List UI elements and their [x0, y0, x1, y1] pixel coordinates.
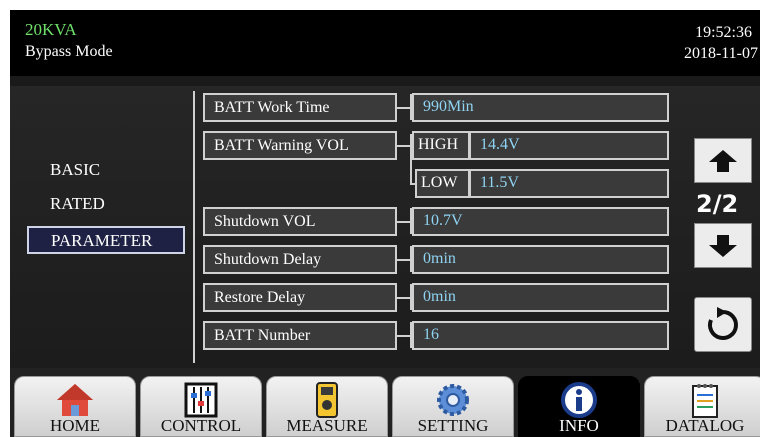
tab-datalog-label: DATALOG [665, 416, 745, 435]
connector [397, 221, 411, 223]
setting-icon [437, 384, 469, 416]
high-value: 14.4V [469, 131, 669, 160]
status-bar: 20KVA Bypass Mode 19:52:36 2018-11-07 [10, 10, 760, 76]
batt-number-value: 16 [412, 321, 669, 350]
mode-label: Bypass Mode [25, 43, 113, 60]
tab-info-label: INFO [559, 416, 599, 435]
tab-info[interactable]: INFO [518, 376, 640, 437]
tab-home-label: HOME [49, 416, 101, 435]
shutdown-delay-label: Shutdown Delay [203, 245, 397, 274]
restore-delay-label: Restore Delay [203, 283, 397, 312]
nav-rated[interactable]: RATED [50, 194, 105, 214]
batt-work-time-value: 990Min [412, 93, 669, 122]
low-label: LOW [415, 169, 470, 198]
measure-icon [316, 382, 338, 418]
bottom-tab-bar: HOME CONTROL MEASURE SETTING INFO DATALO… [10, 368, 760, 437]
connector [397, 335, 411, 337]
batt-warning-vol-label: BATT Warning VOL [203, 131, 397, 160]
refresh-icon [708, 306, 738, 340]
batt-number-label: BATT Number [203, 321, 397, 350]
restore-delay-value: 0min [412, 283, 669, 312]
connector [397, 297, 411, 299]
page-down-button[interactable] [694, 223, 752, 268]
model-label: 20KVA [25, 20, 77, 39]
control-icon [184, 382, 218, 418]
divider [193, 91, 195, 363]
info-icon [561, 382, 597, 418]
ups-screen: 20KVA Bypass Mode 19:52:36 2018-11-07 BA… [10, 10, 760, 437]
tab-measure[interactable]: MEASURE [266, 376, 388, 437]
shutdown-delay-value: 0min [412, 245, 669, 274]
up-arrow-icon [709, 149, 737, 172]
tab-setting[interactable]: SETTING [392, 376, 514, 437]
high-label: HIGH [412, 131, 470, 160]
connector [397, 259, 411, 261]
connector [397, 107, 411, 109]
page-up-button[interactable] [694, 138, 752, 183]
down-arrow-icon [709, 234, 737, 257]
home-icon [57, 384, 93, 416]
low-value: 11.5V [469, 169, 669, 198]
nav-parameter[interactable]: PARAMETER [27, 226, 185, 254]
tab-datalog[interactable]: DATALOG [644, 376, 760, 437]
page-indicator: 2/2 [696, 190, 739, 218]
tab-control[interactable]: CONTROL [140, 376, 262, 437]
tab-home[interactable]: HOME [14, 376, 136, 437]
batt-work-time-label: BATT Work Time [203, 93, 397, 122]
clock-time: 19:52:36 [695, 24, 752, 41]
tab-control-label: CONTROL [160, 416, 242, 435]
shutdown-vol-value: 10.7V [412, 207, 669, 236]
shutdown-vol-label: Shutdown VOL [203, 207, 397, 236]
tab-measure-label: MEASURE [286, 416, 368, 435]
connector [397, 145, 411, 147]
tab-setting-label: SETTING [417, 416, 489, 435]
return-button[interactable] [694, 297, 752, 352]
datalog-icon [692, 384, 718, 418]
nav-basic[interactable]: BASIC [50, 160, 100, 180]
clock-date: 2018-11-07 [683, 45, 758, 62]
